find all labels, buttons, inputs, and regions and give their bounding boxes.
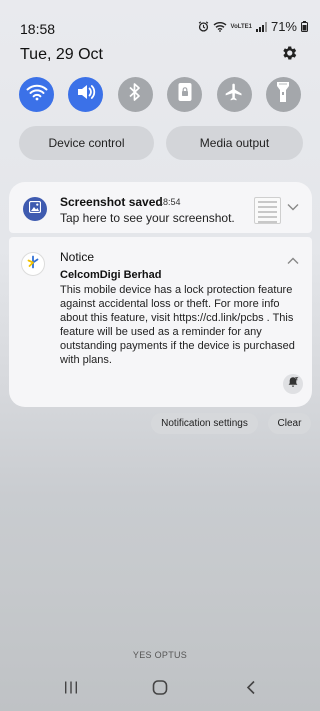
wifi-status-icon (213, 21, 227, 32)
image-icon (28, 200, 42, 218)
quick-settings-row (19, 77, 301, 113)
back-icon (246, 680, 256, 700)
airplane-mode-toggle[interactable] (216, 77, 252, 112)
wifi-toggle[interactable] (19, 77, 54, 112)
screenshot-app-icon (23, 197, 47, 221)
chevron-down-icon (287, 198, 299, 215)
screenshot-thumbnail[interactable] (254, 197, 281, 224)
recent-apps-button[interactable] (59, 681, 83, 699)
notification-title: Screenshot saved (60, 195, 163, 209)
battery-percent: 71% (270, 19, 297, 34)
media-output-button[interactable]: Media output (166, 126, 303, 160)
home-button[interactable] (148, 680, 172, 700)
collapse-button[interactable] (287, 252, 299, 264)
signal-icon (255, 21, 267, 32)
notification-title: Notice (60, 250, 95, 264)
home-icon (152, 680, 168, 700)
screenshot-notification[interactable]: Screenshot saved 18:54 Tap here to see y… (9, 182, 312, 233)
lock-rotation-icon (177, 82, 193, 107)
clear-button[interactable]: Clear (268, 413, 311, 434)
sound-toggle[interactable] (68, 77, 104, 112)
notification-sender: CelcomDigi Berhad (60, 269, 162, 281)
bluetooth-icon (128, 82, 142, 107)
bluetooth-toggle[interactable] (117, 77, 153, 112)
bell-snooze-icon (287, 375, 299, 393)
notification-body: This mobile device has a lock protection… (60, 284, 295, 366)
airplane-icon (224, 82, 244, 107)
recents-icon (64, 681, 78, 699)
device-control-button[interactable]: Device control (19, 126, 154, 160)
date-label: Tue, 29 Oct (20, 46, 103, 63)
volte-label: VoLTE1 (230, 23, 252, 30)
battery-icon (301, 21, 308, 32)
status-icons: VoLTE1 71% (198, 19, 308, 34)
status-time: 18:58 (20, 21, 56, 37)
celcomdigi-logo-icon (26, 255, 40, 274)
back-button[interactable] (239, 680, 263, 700)
flashlight-icon (276, 81, 290, 108)
snooze-button[interactable] (283, 374, 303, 394)
alarm-icon (198, 21, 209, 32)
carrier-label: YES OPTUS (132, 650, 188, 660)
gear-icon (280, 46, 298, 66)
screen-lock-toggle[interactable] (167, 77, 203, 112)
notification-time: 18:54 (158, 197, 181, 207)
notice-notification[interactable]: Notice CelcomDigi Berhad This mobile dev… (9, 237, 312, 407)
flashlight-toggle[interactable] (265, 77, 301, 112)
chevron-up-icon (287, 252, 299, 269)
notification-settings-button[interactable]: Notification settings (151, 413, 258, 434)
notice-app-icon (21, 252, 45, 276)
expand-button[interactable] (287, 198, 299, 211)
wifi-icon (26, 83, 48, 106)
speaker-icon (76, 83, 96, 106)
notification-text: Tap here to see your screenshot. (60, 211, 235, 225)
settings-button[interactable] (280, 44, 300, 64)
